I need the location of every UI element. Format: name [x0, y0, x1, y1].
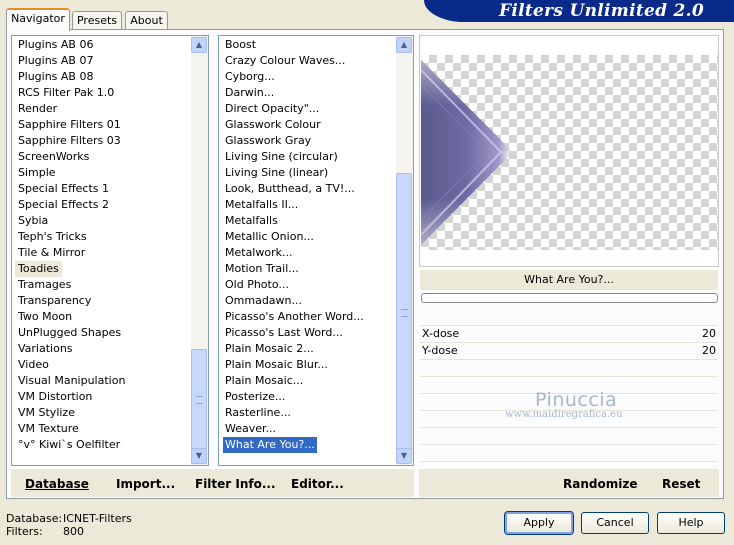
list-item[interactable]: Picasso's Last Word... — [225, 325, 343, 341]
list-item[interactable]: Tramages — [18, 277, 71, 293]
list-item[interactable]: Direct Opacity"... — [225, 101, 319, 117]
list-item[interactable]: Living Sine (linear) — [225, 165, 328, 181]
list-item[interactable]: Plain Mosaic... — [225, 373, 303, 389]
scroll-up-icon[interactable]: ▲ — [396, 37, 412, 53]
list-item[interactable]: Visual Manipulation — [18, 373, 125, 389]
list-item[interactable]: Metalfalls — [225, 213, 278, 229]
help-button[interactable]: Help — [657, 512, 725, 534]
tab-about[interactable]: About — [125, 11, 168, 29]
list-item[interactable]: Old Photo... — [225, 277, 289, 293]
list-item[interactable]: Video — [18, 357, 49, 373]
status-database-label: Database: — [6, 512, 63, 525]
list-item[interactable]: Metallic Onion... — [225, 229, 314, 245]
param-row-empty — [420, 444, 718, 461]
list-item[interactable]: VM Distortion — [18, 389, 92, 405]
list-item[interactable]: Boost — [225, 37, 256, 53]
list-item[interactable]: Variations — [18, 341, 73, 357]
list-item[interactable]: RCS Filter Pak 1.0 — [18, 85, 114, 101]
filter-scrollbar[interactable]: ▲ ▼ — [396, 36, 413, 465]
list-item[interactable]: What Are You?... — [223, 437, 317, 453]
tab-navigator[interactable]: Navigator — [6, 8, 70, 31]
list-item[interactable]: Plain Mosaic 2... — [225, 341, 314, 357]
list-item[interactable]: Simple — [18, 165, 56, 181]
list-item[interactable]: Two Moon — [18, 309, 72, 325]
list-item[interactable]: Darwin... — [225, 85, 274, 101]
list-item[interactable]: Cyborg... — [225, 69, 275, 85]
list-item[interactable]: VM Texture — [18, 421, 79, 437]
status-filters-value: 800 — [63, 525, 84, 538]
tab-presets[interactable]: Presets — [72, 11, 122, 29]
list-item[interactable]: Posterize... — [225, 389, 285, 405]
list-item[interactable]: Rasterline... — [225, 405, 291, 421]
list-item[interactable]: Tile & Mirror — [18, 245, 85, 261]
list-item[interactable]: °v° Kiwi`s Oelfilter — [18, 437, 120, 453]
app-title: Filters Unlimited 2.0 — [499, 1, 704, 21]
list-item[interactable]: Transparency — [18, 293, 91, 309]
param-row-empty — [420, 359, 718, 376]
watermark-url: www.maidiregrafica.eu — [505, 409, 623, 420]
title-banner: Filters Unlimited 2.0 — [424, 0, 734, 22]
status-database: Database: ICNET-Filters — [6, 512, 132, 525]
randomize-link[interactable]: Randomize — [563, 477, 637, 491]
scroll-thumb[interactable] — [191, 349, 207, 449]
param-row-empty — [420, 461, 718, 467]
list-item[interactable]: ScreenWorks — [18, 149, 89, 165]
list-item[interactable]: Metalfalls II... — [225, 197, 298, 213]
param-label: Y-dose — [422, 344, 458, 357]
list-item[interactable]: Weaver... — [225, 421, 276, 437]
list-item[interactable]: Sapphire Filters 03 — [18, 133, 121, 149]
preview-artwork — [420, 60, 513, 245]
list-item[interactable]: Living Sine (circular) — [225, 149, 338, 165]
param-row-y-dose[interactable]: Y-dose 20 — [420, 342, 718, 359]
param-label: X-dose — [422, 327, 460, 340]
list-item[interactable]: Motion Trail... — [225, 261, 299, 277]
filter-name-label: What Are You?... — [420, 270, 718, 290]
filter-info-link[interactable]: Filter Info... — [195, 477, 276, 491]
import-link[interactable]: Import... — [116, 477, 175, 491]
apply-button[interactable]: Apply — [505, 512, 573, 534]
list-item[interactable]: VM Stylize — [18, 405, 75, 421]
list-item[interactable]: Picasso's Another Word... — [225, 309, 364, 325]
reset-link[interactable]: Reset — [662, 477, 700, 491]
scroll-down-icon[interactable]: ▼ — [396, 448, 412, 464]
list-item[interactable]: Teph's Tricks — [18, 229, 87, 245]
param-row-empty — [420, 427, 718, 444]
scroll-up-icon[interactable]: ▲ — [191, 37, 207, 53]
scroll-thumb[interactable] — [396, 173, 412, 451]
editor-link[interactable]: Editor... — [291, 477, 344, 491]
list-item[interactable]: Look, Butthead, a TV!... — [225, 181, 355, 197]
list-item[interactable]: Ommadawn... — [225, 293, 302, 309]
param-value[interactable]: 20 — [702, 343, 716, 359]
list-item[interactable]: UnPlugged Shapes — [18, 325, 121, 341]
list-item[interactable]: Glasswork Gray — [225, 133, 311, 149]
list-item[interactable]: Crazy Colour Waves... — [225, 53, 345, 69]
list-item[interactable]: Special Effects 1 — [18, 181, 109, 197]
scroll-down-icon[interactable]: ▼ — [191, 448, 207, 464]
list-item[interactable]: Special Effects 2 — [18, 197, 109, 213]
database-link[interactable]: Database — [25, 477, 89, 491]
progress-bar — [421, 293, 718, 303]
param-row-x-dose[interactable]: X-dose 20 — [420, 325, 718, 342]
status-filters: Filters: 800 — [6, 525, 84, 538]
list-item[interactable]: Render — [18, 101, 57, 117]
watermark-name: Pinuccia — [535, 389, 618, 411]
list-item[interactable]: Sybia — [18, 213, 48, 229]
status-database-value: ICNET-Filters — [63, 512, 132, 525]
list-item[interactable]: Glasswork Colour — [225, 117, 321, 133]
filter-list[interactable]: Boost Crazy Colour Waves... Cyborg... Darwi… — [218, 35, 414, 466]
category-list[interactable]: Plugins AB 06 Plugins AB 07 Plugins AB 08 R… — [11, 35, 209, 466]
category-scrollbar[interactable]: ▲ ▼ — [191, 36, 208, 465]
param-value[interactable]: 20 — [702, 326, 716, 342]
list-item[interactable]: Metalwork... — [225, 245, 292, 261]
list-item[interactable]: Plugins AB 07 — [18, 53, 93, 69]
list-item[interactable]: Plugins AB 06 — [18, 37, 93, 53]
list-item[interactable]: Plain Mosaic Blur... — [225, 357, 328, 373]
list-item[interactable]: Sapphire Filters 01 — [18, 117, 121, 133]
status-filters-label: Filters: — [6, 525, 43, 538]
list-item[interactable]: Plugins AB 08 — [18, 69, 93, 85]
preview-image — [420, 55, 718, 250]
list-item[interactable]: Toadies — [15, 261, 62, 277]
cancel-button[interactable]: Cancel — [581, 512, 649, 534]
